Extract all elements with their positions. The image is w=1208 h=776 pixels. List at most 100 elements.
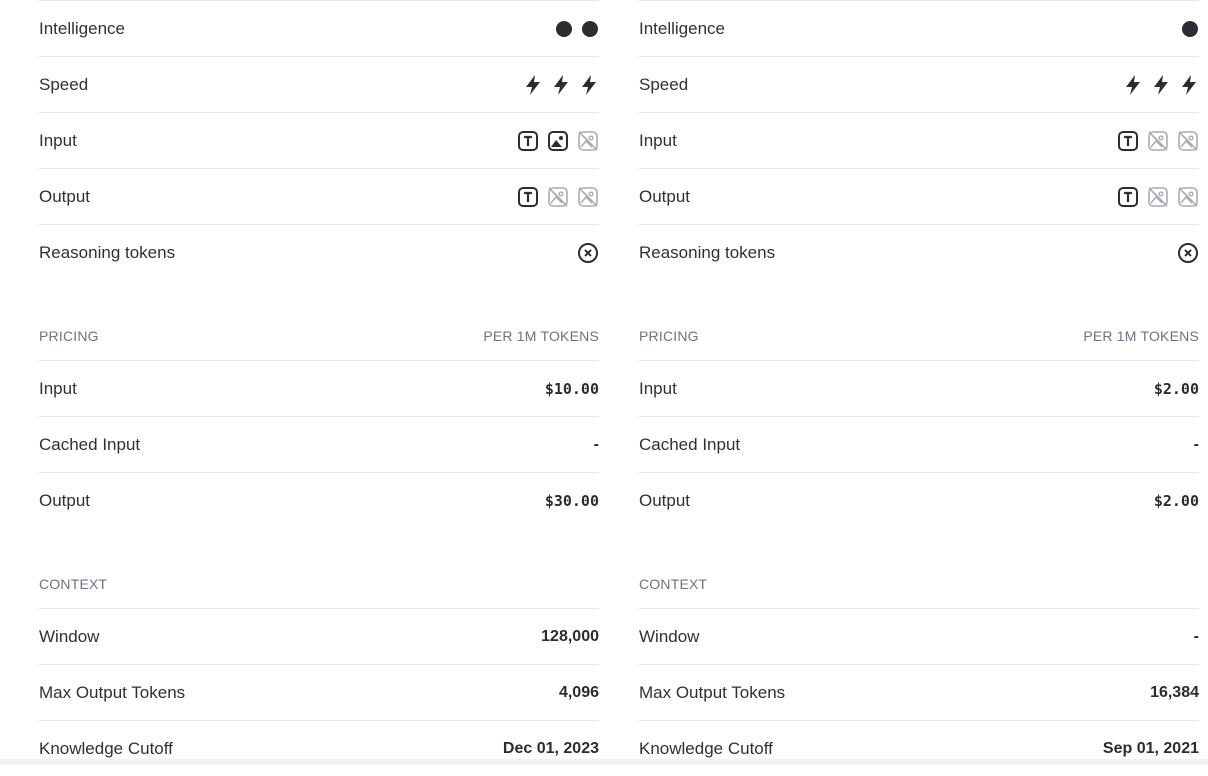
speed-label: Speed — [639, 74, 689, 94]
context-window-row: Window - — [639, 608, 1199, 664]
input-modality-icons — [517, 130, 599, 152]
pricing-heading: PRICING — [39, 328, 99, 344]
reasoning-tokens-label: Reasoning tokens — [639, 242, 776, 262]
price-input-row: Input $10.00 — [39, 360, 599, 416]
speed-row: Speed — [39, 56, 599, 112]
text-icon — [518, 130, 538, 151]
output-modality-icons — [1117, 186, 1199, 208]
speed-bolts — [523, 74, 599, 96]
context-header: CONTEXT — [639, 576, 1199, 608]
price-input-value: $10.00 — [544, 379, 599, 398]
output-modalities-row: Output — [39, 168, 599, 224]
intelligence-dots — [555, 20, 599, 38]
max-output-row: Max Output Tokens 4,096 — [39, 664, 599, 720]
lightning-icon — [554, 74, 568, 95]
context-heading: CONTEXT — [39, 576, 108, 592]
intelligence-row: Intelligence — [639, 0, 1199, 56]
max-output-label: Max Output Tokens — [39, 682, 186, 702]
knowledge-cutoff-row: Knowledge Cutoff Dec 01, 2023 — [39, 720, 599, 776]
pricing-heading: PRICING — [639, 328, 699, 344]
image-disabled-icon — [578, 186, 598, 207]
text-icon — [1118, 130, 1138, 151]
reasoning-tokens-row: Reasoning tokens — [639, 224, 1199, 280]
max-output-value: 4,096 — [558, 683, 599, 701]
image-disabled-icon — [578, 130, 598, 151]
text-icon — [518, 186, 538, 207]
output-modality-icons — [517, 186, 599, 208]
knowledge-cutoff-label: Knowledge Cutoff — [39, 738, 173, 758]
image-icon — [548, 130, 568, 151]
output-modalities-label: Output — [39, 186, 91, 206]
input-modalities-row: Input — [39, 112, 599, 168]
x-circle-icon — [578, 242, 598, 263]
price-output-value: $30.00 — [544, 491, 599, 510]
price-output-label: Output — [39, 490, 91, 510]
price-cached-row: Cached Input - — [639, 416, 1199, 472]
pricing-header: PRICING PER 1M TOKENS — [39, 328, 599, 360]
input-modalities-row: Input — [639, 112, 1199, 168]
price-output-value: $2.00 — [1153, 491, 1199, 510]
x-circle-icon — [1178, 242, 1198, 263]
text-icon — [1118, 186, 1138, 207]
knowledge-cutoff-row: Knowledge Cutoff Sep 01, 2021 — [639, 720, 1199, 776]
model-column-right: Intelligence Speed Input Output Reasonin… — [639, 0, 1199, 776]
price-input-label: Input — [639, 378, 677, 398]
pricing-unit: PER 1M TOKENS — [1083, 328, 1199, 344]
input-modality-icons — [1117, 130, 1199, 152]
input-modalities-label: Input — [639, 130, 677, 150]
max-output-value: 16,384 — [1150, 683, 1199, 701]
price-cached-value: - — [1193, 435, 1199, 453]
price-output-row: Output $2.00 — [639, 472, 1199, 528]
speed-label: Speed — [39, 74, 89, 94]
reasoning-tokens-row: Reasoning tokens — [39, 224, 599, 280]
lightning-icon — [582, 74, 596, 95]
price-input-row: Input $2.00 — [639, 360, 1199, 416]
image-disabled-icon — [1148, 186, 1168, 207]
pricing-unit: PER 1M TOKENS — [483, 328, 599, 344]
price-output-row: Output $30.00 — [39, 472, 599, 528]
knowledge-cutoff-value: Sep 01, 2021 — [1102, 739, 1199, 757]
context-window-value: - — [1193, 627, 1199, 645]
price-input-label: Input — [39, 378, 77, 398]
speed-row: Speed — [639, 56, 1199, 112]
intelligence-dots — [1181, 20, 1199, 38]
context-window-label: Window — [39, 626, 100, 646]
intelligence-dot-icon — [582, 20, 598, 37]
lightning-icon — [526, 74, 540, 95]
price-input-value: $2.00 — [1153, 379, 1199, 398]
intelligence-dot-icon — [556, 20, 572, 37]
price-cached-label: Cached Input — [39, 434, 141, 454]
speed-bolts — [1123, 74, 1199, 96]
output-modalities-row: Output — [639, 168, 1199, 224]
horizontal-scrollbar[interactable] — [0, 759, 1208, 765]
model-column-left: Intelligence Speed Input Output Reasonin… — [39, 0, 599, 776]
input-modalities-label: Input — [39, 130, 77, 150]
max-output-label: Max Output Tokens — [639, 682, 786, 702]
image-disabled-icon — [548, 186, 568, 207]
context-window-label: Window — [639, 626, 700, 646]
context-header: CONTEXT — [39, 576, 599, 608]
knowledge-cutoff-value: Dec 01, 2023 — [502, 739, 599, 757]
context-heading: CONTEXT — [639, 576, 708, 592]
knowledge-cutoff-label: Knowledge Cutoff — [639, 738, 773, 758]
price-cached-value: - — [593, 435, 599, 453]
price-cached-label: Cached Input — [639, 434, 741, 454]
price-cached-row: Cached Input - — [39, 416, 599, 472]
context-window-value: 128,000 — [541, 627, 599, 645]
price-output-label: Output — [639, 490, 691, 510]
lightning-icon — [1182, 74, 1196, 95]
max-output-row: Max Output Tokens 16,384 — [639, 664, 1199, 720]
intelligence-dot-icon — [1182, 20, 1198, 37]
reasoning-tokens-label: Reasoning tokens — [39, 242, 176, 262]
lightning-icon — [1154, 74, 1168, 95]
intelligence-row: Intelligence — [39, 0, 599, 56]
context-window-row: Window 128,000 — [39, 608, 599, 664]
image-disabled-icon — [1178, 130, 1198, 151]
lightning-icon — [1126, 74, 1140, 95]
image-disabled-icon — [1148, 130, 1168, 151]
image-disabled-icon — [1178, 186, 1198, 207]
pricing-header: PRICING PER 1M TOKENS — [639, 328, 1199, 360]
intelligence-label: Intelligence — [639, 18, 726, 38]
intelligence-label: Intelligence — [39, 18, 126, 38]
output-modalities-label: Output — [639, 186, 691, 206]
